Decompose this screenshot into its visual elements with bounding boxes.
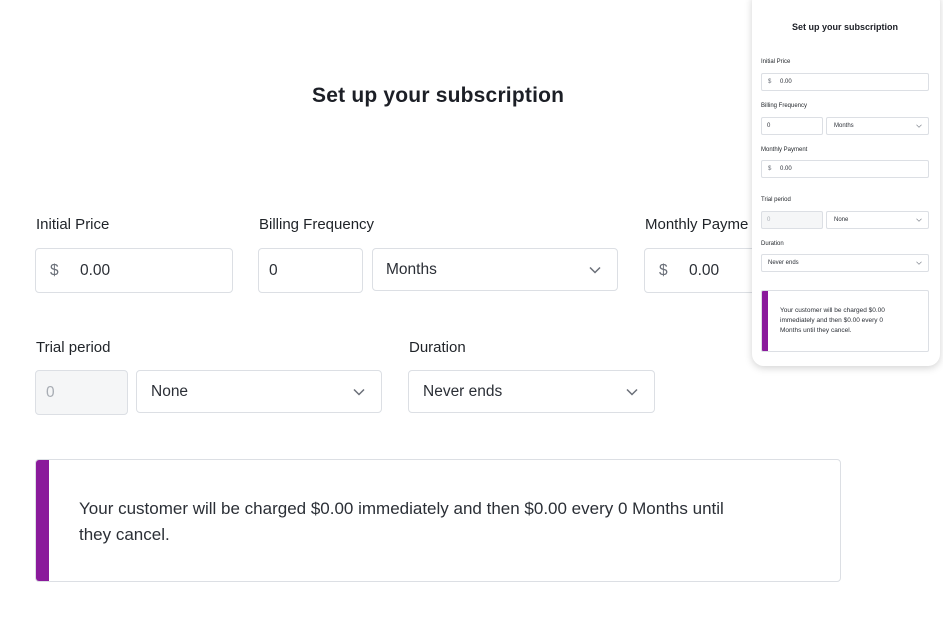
chevron-down-icon bbox=[916, 261, 922, 265]
preview-monthly-payment-label: Monthly Payment bbox=[761, 147, 808, 153]
preview-currency-symbol: $ bbox=[768, 166, 772, 172]
preview-billing-unit-select: Months bbox=[826, 117, 929, 135]
preview-duration-value: Never ends bbox=[768, 260, 799, 266]
billing-frequency-count-value: 0 bbox=[269, 261, 278, 279]
monthly-payment-label: Monthly Payme bbox=[645, 216, 749, 233]
summary-line-1: Your customer will be charged $0.00 imme… bbox=[79, 499, 724, 518]
preview-billing-frequency-label: Billing Frequency bbox=[761, 103, 808, 109]
chevron-down-icon bbox=[916, 218, 922, 222]
preview-initial-price-input: $ 0.00 bbox=[761, 73, 929, 91]
preview-duration-select: Never ends bbox=[761, 254, 929, 272]
initial-price-value: 0.00 bbox=[80, 261, 111, 279]
duration-value: Never ends bbox=[423, 382, 503, 400]
page-title: Set up your subscription bbox=[312, 84, 565, 107]
preview-summary-line-1: Your customer will be charged $0.00 bbox=[780, 307, 885, 314]
billing-frequency-unit-value: Months bbox=[386, 260, 437, 278]
initial-price-input[interactable]: $ 0.00 bbox=[35, 248, 233, 293]
summary-accent-bar bbox=[36, 460, 49, 581]
preview-trial-unit-value: None bbox=[834, 217, 849, 223]
preview-initial-price-value: 0.00 bbox=[780, 79, 792, 85]
preview-title: Set up your subscription bbox=[792, 22, 899, 32]
preview-monthly-payment-value: 0.00 bbox=[780, 166, 792, 172]
trial-period-count-placeholder: 0 bbox=[46, 383, 55, 401]
chevron-down-icon bbox=[916, 124, 922, 128]
chevron-down-icon bbox=[589, 266, 601, 274]
billing-frequency-count-input[interactable]: 0 bbox=[258, 248, 363, 293]
trial-period-unit-value: None bbox=[151, 382, 189, 400]
trial-period-count-input[interactable]: 0 bbox=[35, 370, 128, 415]
preview-summary-accent-bar bbox=[762, 291, 768, 351]
preview-summary-line-2: immediately and then $0.00 every 0 bbox=[780, 317, 883, 324]
monthly-payment-value: 0.00 bbox=[689, 261, 720, 279]
preview-monthly-payment-input: $ 0.00 bbox=[761, 160, 929, 178]
preview-duration-label: Duration bbox=[761, 241, 784, 247]
preview-billing-count-value: 0 bbox=[767, 123, 771, 129]
preview-billing-unit-value: Months bbox=[834, 123, 854, 129]
billing-frequency-unit-select[interactable]: Months bbox=[372, 248, 618, 291]
chevron-down-icon bbox=[626, 388, 638, 396]
currency-symbol: $ bbox=[659, 261, 668, 279]
duration-select[interactable]: Never ends bbox=[408, 370, 655, 413]
trial-period-unit-select[interactable]: None bbox=[136, 370, 382, 413]
preview-panel: Set up your subscription Initial Price $… bbox=[752, 0, 940, 366]
preview-summary-callout: Your customer will be charged $0.00 imme… bbox=[761, 290, 929, 352]
trial-period-label: Trial period bbox=[36, 339, 111, 356]
preview-trial-count-input: 0 bbox=[761, 211, 823, 229]
initial-price-label: Initial Price bbox=[36, 216, 110, 233]
duration-label: Duration bbox=[409, 339, 466, 356]
preview-currency-symbol: $ bbox=[768, 79, 772, 85]
summary-line-2: they cancel. bbox=[79, 525, 170, 544]
preview-trial-count-placeholder: 0 bbox=[767, 217, 771, 223]
chevron-down-icon bbox=[353, 388, 365, 396]
preview-billing-count-input: 0 bbox=[761, 117, 823, 135]
preview-initial-price-label: Initial Price bbox=[761, 59, 791, 65]
preview-trial-period-label: Trial period bbox=[761, 197, 791, 203]
preview-summary-line-3: Months until they cancel. bbox=[780, 327, 852, 334]
preview-trial-unit-select: None bbox=[826, 211, 929, 229]
summary-callout: Your customer will be charged $0.00 imme… bbox=[35, 459, 841, 582]
billing-frequency-label: Billing Frequency bbox=[259, 216, 375, 233]
currency-symbol: $ bbox=[50, 261, 59, 279]
